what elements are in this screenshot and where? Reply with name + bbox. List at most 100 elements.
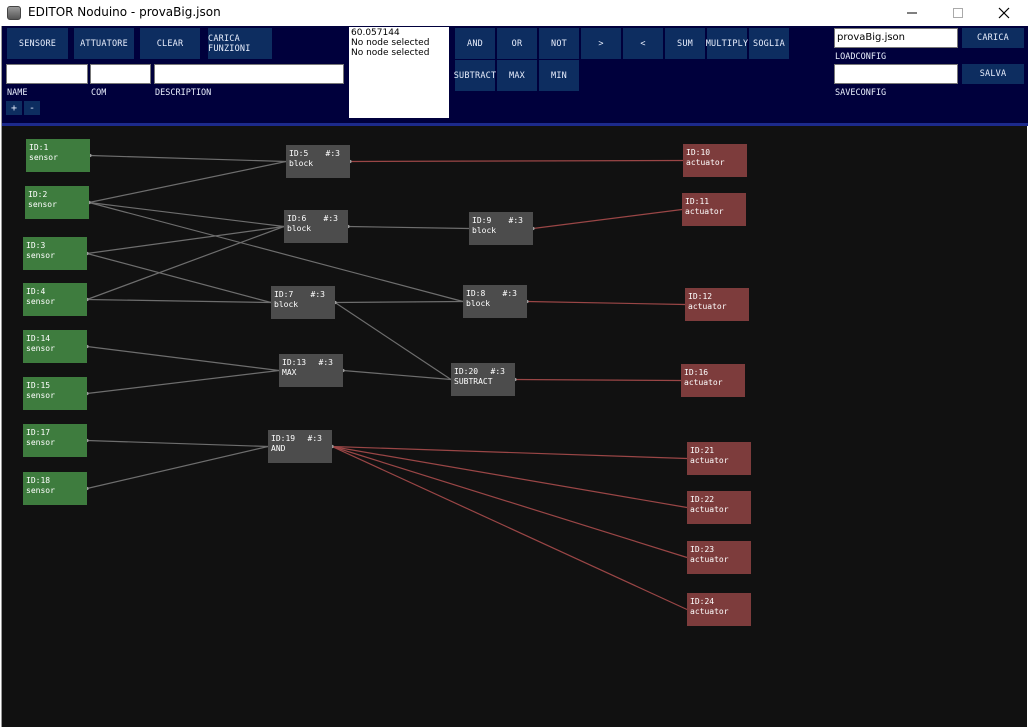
connection-wire <box>89 154 287 163</box>
not-button[interactable]: NOT <box>539 28 579 59</box>
node-id-label: ID:3 <box>26 241 46 250</box>
and-button[interactable]: AND <box>455 28 495 59</box>
node-type-label: AND <box>271 444 286 453</box>
block-node[interactable]: ID:19 AND #:3 <box>268 430 332 463</box>
com-input[interactable] <box>90 64 151 84</box>
close-icon <box>998 7 1010 19</box>
node-type-label: sensor <box>26 344 55 353</box>
save-file-input[interactable] <box>834 64 958 84</box>
node-input-count: #:3 <box>502 289 517 298</box>
carica-button[interactable]: CARICA <box>962 28 1024 48</box>
salva-button[interactable]: SALVA <box>962 64 1024 84</box>
sensor-node[interactable]: ID:3 sensor <box>23 237 87 270</box>
actuator-node[interactable]: ID:23 actuator <box>687 541 751 574</box>
node-id-label: ID:12 <box>688 292 713 301</box>
node-type-label: actuator <box>690 607 729 616</box>
zoom-in-button[interactable]: + <box>6 101 22 115</box>
min-button[interactable]: MIN <box>539 60 579 91</box>
actuator-node[interactable]: ID:10 actuator <box>683 144 747 177</box>
connection-wire <box>86 439 269 448</box>
clear-button[interactable]: CLEAR <box>140 28 200 59</box>
app-client-area: SENSORE ATTUATORE CLEAR CARICA FUNZIONI … <box>1 26 1028 727</box>
connection-wire <box>86 369 280 395</box>
node-id-label: ID:23 <box>690 545 715 554</box>
info-line-selection-2: No node selected <box>351 48 430 58</box>
node-id-label: ID:4 <box>26 287 46 296</box>
maximize-button[interactable] <box>935 0 981 26</box>
connection-wire <box>331 445 688 559</box>
connection-wire <box>86 345 280 372</box>
node-canvas[interactable]: ID:1 sensor ID:2 sensor ID:3 sensor ID:4 sensor… <box>2 126 1028 727</box>
block-node[interactable]: ID:8 block #:3 <box>463 285 527 318</box>
multiply-button[interactable]: MULTIPLY <box>706 28 748 59</box>
zoom-out-button[interactable]: - <box>24 101 40 115</box>
node-type-label: sensor <box>29 153 58 162</box>
close-button[interactable] <box>981 0 1027 26</box>
greater-than-button[interactable]: > <box>581 28 621 59</box>
node-input-count: #:3 <box>323 214 338 223</box>
maximize-icon <box>953 8 963 18</box>
node-id-label: ID:18 <box>26 476 51 485</box>
block-node[interactable]: ID:5 block #:3 <box>286 145 350 178</box>
block-node[interactable]: ID:13 MAX #:3 <box>279 354 343 387</box>
block-node[interactable]: ID:20 SUBTRACT #:3 <box>451 363 515 396</box>
soglia-button[interactable]: SOGLIA <box>749 28 789 59</box>
node-type-label: sensor <box>26 297 55 306</box>
info-line-fps: 60.057144 <box>351 28 400 38</box>
sum-button[interactable]: SUM <box>665 28 705 59</box>
info-line-selection-1: No node selected <box>351 38 430 48</box>
connection-wire <box>86 445 269 490</box>
actuator-node[interactable]: ID:12 actuator <box>685 288 749 321</box>
title-bar: EDITOR Noduino - provaBig.json <box>0 0 1029 26</box>
block-node[interactable]: ID:9 block #:3 <box>469 212 533 245</box>
connection-wire <box>347 225 470 230</box>
subtract-button[interactable]: SUBTRACT <box>454 60 496 91</box>
connection-wire <box>86 225 285 255</box>
actuator-node[interactable]: ID:24 actuator <box>687 593 751 626</box>
node-input-count: #:3 <box>490 367 505 376</box>
connection-wire <box>334 300 464 304</box>
node-type-label: sensor <box>26 486 55 495</box>
minimize-button[interactable] <box>889 0 935 26</box>
sensor-node[interactable]: ID:2 sensor <box>25 186 89 219</box>
block-node[interactable]: ID:6 block #:3 <box>284 210 348 243</box>
max-button[interactable]: MAX <box>497 60 537 91</box>
description-input[interactable] <box>154 64 344 84</box>
actuator-node[interactable]: ID:21 actuator <box>687 442 751 475</box>
sensore-button[interactable]: SENSORE <box>7 28 68 59</box>
node-id-label: ID:1 <box>29 143 49 152</box>
block-node[interactable]: ID:7 block #:3 <box>271 286 335 319</box>
attuatore-button[interactable]: ATTUATORE <box>74 28 134 59</box>
connection-wire <box>526 300 686 306</box>
node-id-label: ID:16 <box>684 368 709 377</box>
node-type-label: sensor <box>28 200 57 209</box>
connection-wire <box>86 225 285 301</box>
node-type-label: actuator <box>690 555 729 564</box>
actuator-node[interactable]: ID:22 actuator <box>687 491 751 524</box>
node-type-label: MAX <box>282 368 297 377</box>
name-input[interactable] <box>6 64 88 84</box>
sensor-node[interactable]: ID:1 sensor <box>26 139 90 172</box>
node-type-label: sensor <box>26 438 55 447</box>
load-file-input[interactable]: provaBig.json <box>834 28 958 48</box>
sensor-node[interactable]: ID:15 sensor <box>23 377 87 410</box>
actuator-node[interactable]: ID:16 actuator <box>681 364 745 397</box>
actuator-node[interactable]: ID:11 actuator <box>682 193 746 226</box>
or-button[interactable]: OR <box>497 28 537 59</box>
connection-wire <box>88 160 287 204</box>
sensor-node[interactable]: ID:4 sensor <box>23 283 87 316</box>
node-type-label: block <box>289 159 314 168</box>
less-than-button[interactable]: < <box>623 28 663 59</box>
sensor-node[interactable]: ID:18 sensor <box>23 472 87 505</box>
node-type-label: block <box>274 300 299 309</box>
sensor-node[interactable]: ID:17 sensor <box>23 424 87 457</box>
node-id-label: ID:22 <box>690 495 715 504</box>
com-label: COM <box>91 88 107 98</box>
connection-wire <box>349 159 684 163</box>
node-type-label: SUBTRACT <box>454 377 493 386</box>
connection-wire <box>86 252 272 304</box>
node-id-label: ID:2 <box>28 190 48 199</box>
connection-wire <box>86 298 272 304</box>
sensor-node[interactable]: ID:14 sensor <box>23 330 87 363</box>
carica-funzioni-button[interactable]: CARICA FUNZIONI <box>208 28 272 59</box>
